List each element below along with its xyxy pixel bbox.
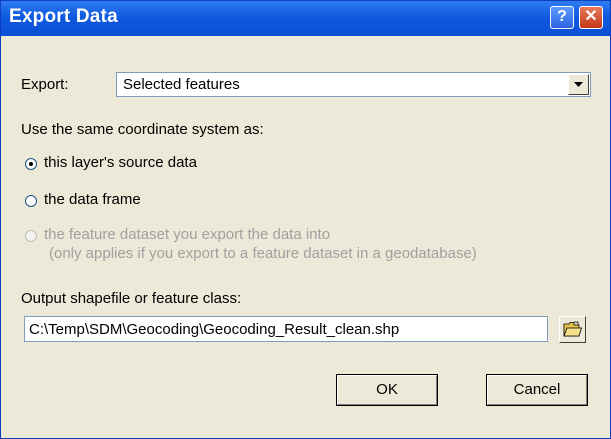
window-title: Export Data — [9, 6, 118, 27]
output-label: Output shapefile or feature class: — [21, 290, 242, 307]
radio-source-data[interactable] — [25, 158, 37, 170]
export-dropdown-button[interactable] — [568, 74, 589, 95]
cancel-button[interactable]: Cancel — [486, 374, 588, 406]
dialog-body: Export: Selected features Use the same c… — [4, 36, 607, 436]
ok-button[interactable]: OK — [336, 374, 438, 406]
coord-system-label: Use the same coordinate system as: — [21, 121, 264, 138]
open-folder-icon — [563, 321, 582, 337]
help-button[interactable]: ? — [550, 6, 574, 29]
close-icon: ✕ — [584, 8, 598, 25]
output-path-input[interactable] — [25, 317, 547, 341]
radio-source-data-label[interactable]: this layer's source data — [44, 154, 197, 171]
output-path-field[interactable] — [24, 316, 548, 342]
export-dropdown[interactable]: Selected features — [116, 72, 591, 97]
title-bar[interactable]: Export Data ? ✕ — [1, 1, 610, 36]
ok-button-label: OK — [376, 381, 398, 398]
radio-data-frame[interactable] — [25, 195, 37, 207]
radio-data-frame-label[interactable]: the data frame — [44, 191, 141, 208]
radio-feature-dataset — [25, 230, 37, 242]
export-label: Export: — [21, 76, 69, 93]
help-icon: ? — [557, 8, 567, 25]
close-button[interactable]: ✕ — [579, 6, 603, 29]
chevron-down-icon — [574, 82, 583, 87]
export-data-dialog: Export Data ? ✕ Export: Selected feature… — [0, 0, 611, 439]
export-selected-value: Selected features — [123, 76, 240, 93]
browse-button[interactable] — [559, 316, 586, 343]
radio-selected-dot — [29, 162, 33, 166]
radio-feature-dataset-note: (only applies if you export to a feature… — [49, 245, 477, 262]
radio-feature-dataset-label: the feature dataset you export the data … — [44, 226, 331, 243]
cancel-button-label: Cancel — [513, 381, 561, 398]
